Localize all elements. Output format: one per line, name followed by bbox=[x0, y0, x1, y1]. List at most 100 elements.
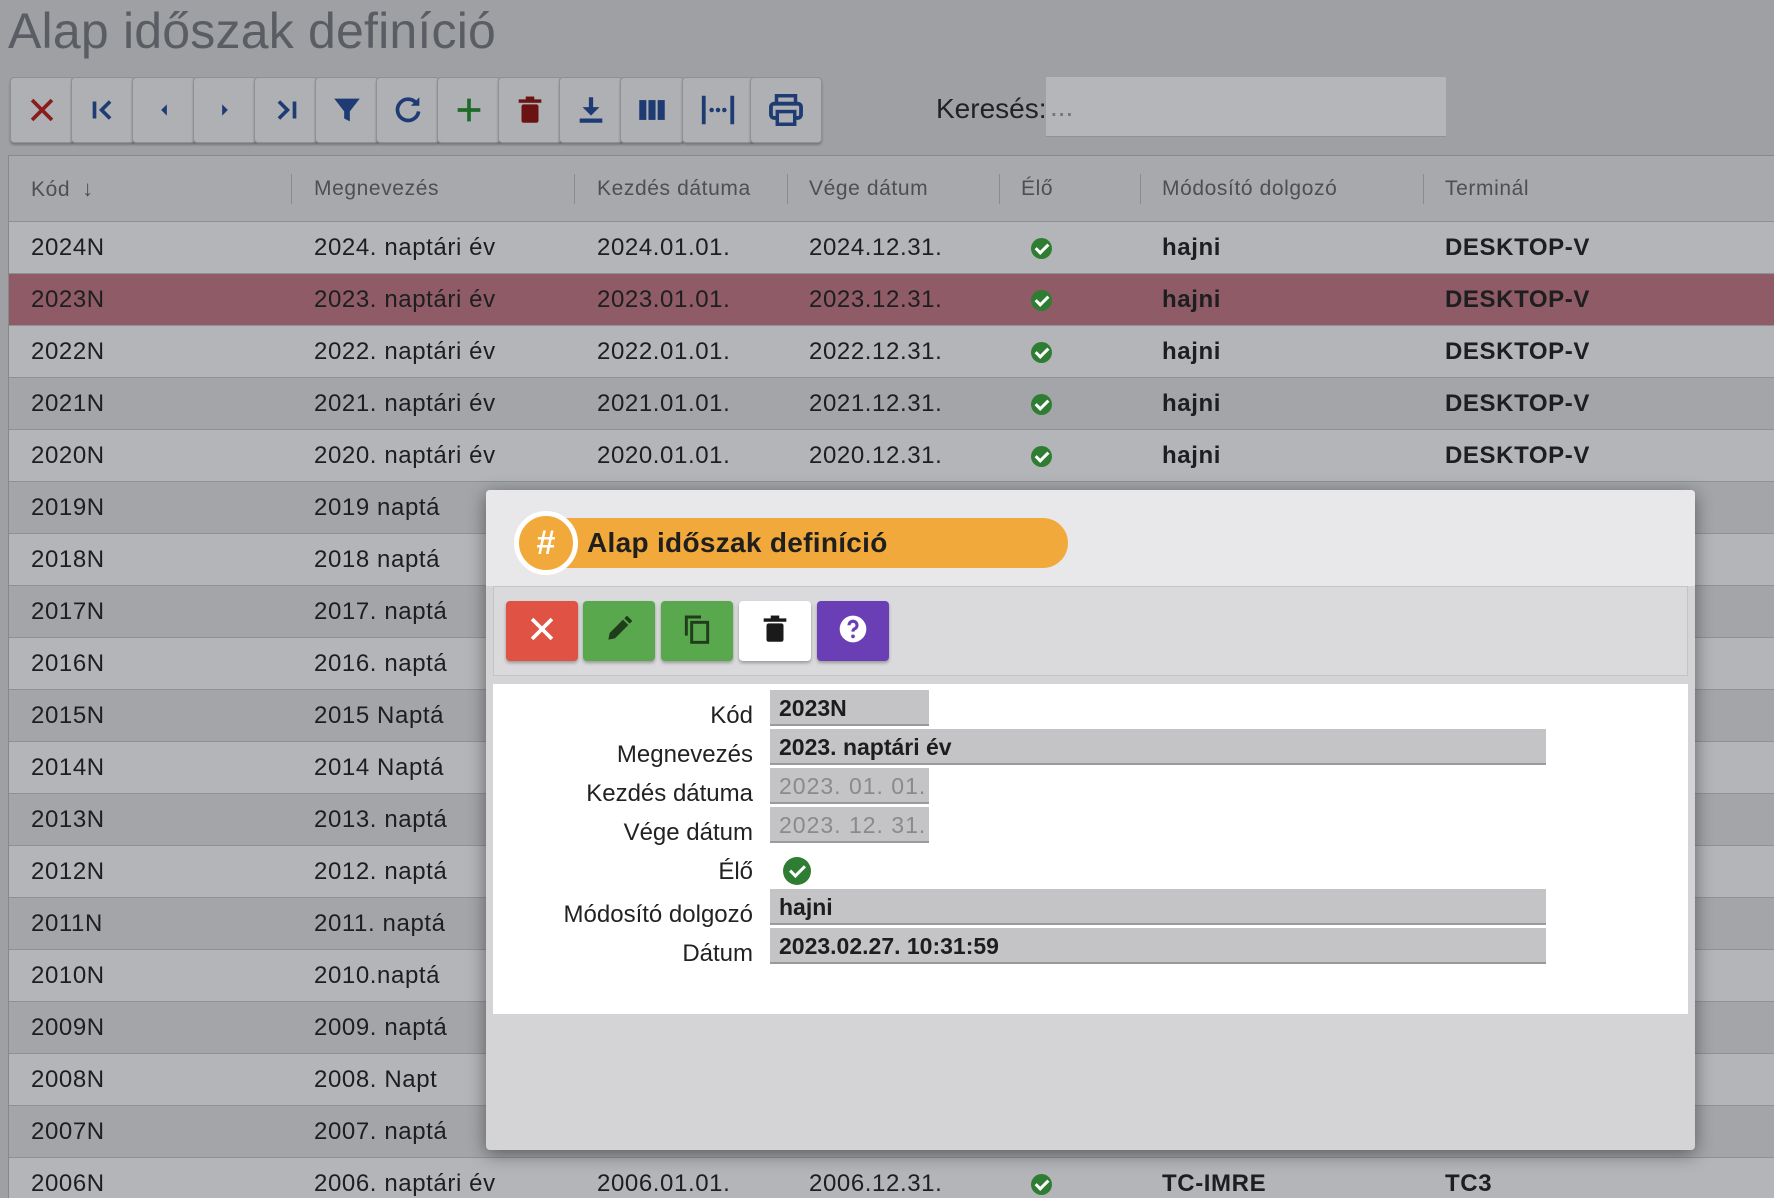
field-label-vege: Vége dátum bbox=[623, 819, 753, 846]
megnevezes-field[interactable]: 2023. naptári év bbox=[770, 729, 1546, 765]
cell-kod: 2019N bbox=[31, 494, 105, 521]
column-separator[interactable] bbox=[1140, 174, 1141, 204]
next-record-button[interactable] bbox=[193, 77, 257, 143]
cell-megnevezes: 2018 naptá bbox=[314, 546, 441, 573]
field-label-kod: Kód bbox=[710, 702, 753, 729]
cell-megnevezes: 2006. naptári év bbox=[314, 1170, 496, 1197]
check-circle-icon bbox=[1031, 394, 1052, 415]
first-record-button[interactable] bbox=[71, 77, 135, 143]
cell-kod: 2023N bbox=[31, 286, 105, 313]
cell-kod: 2024N bbox=[31, 234, 105, 261]
check-circle-icon bbox=[1031, 342, 1052, 363]
field-label-dolgozo: Módosító dolgozó bbox=[563, 901, 753, 928]
column-header-vege[interactable]: Vége dátum bbox=[809, 156, 928, 222]
previous-record-button[interactable] bbox=[132, 77, 196, 143]
cell-megnevezes: 2012. naptá bbox=[314, 858, 448, 885]
cell-vege: 2021.12.31. bbox=[809, 390, 943, 417]
chevron-left-icon bbox=[147, 93, 181, 127]
refresh-button[interactable] bbox=[376, 77, 440, 143]
add-button[interactable] bbox=[437, 77, 501, 143]
cell-terminal: DESKTOP-V bbox=[1445, 338, 1590, 365]
cell-dolgozo: hajni bbox=[1162, 234, 1222, 261]
filter-icon bbox=[330, 93, 364, 127]
delete-button[interactable] bbox=[498, 77, 562, 143]
cell-dolgozo: hajni bbox=[1162, 286, 1222, 313]
column-header-megnevezes[interactable]: Megnevezés bbox=[314, 156, 439, 222]
table-row[interactable]: 2021N 2021. naptári év 2021.01.01. 2021.12.… bbox=[9, 378, 1774, 430]
table-row[interactable]: 2006N 2006. naptári év 2006.01.01. 2006.12.… bbox=[9, 1158, 1774, 1198]
field-label-elo: Élő bbox=[718, 858, 753, 885]
close-button[interactable] bbox=[10, 77, 74, 143]
cell-dolgozo: hajni bbox=[1162, 390, 1222, 417]
close-icon bbox=[525, 612, 559, 651]
cell-dolgozo: hajni bbox=[1162, 442, 1222, 469]
cell-kod: 2013N bbox=[31, 806, 105, 833]
cell-vege: 2024.12.31. bbox=[809, 234, 943, 261]
modal-delete-button[interactable] bbox=[739, 601, 811, 661]
table-row[interactable]: 2020N 2020. naptári év 2020.01.01. 2020.12.… bbox=[9, 430, 1774, 482]
table-row[interactable]: 2023N 2023. naptári év 2023.01.01. 2023.12.… bbox=[9, 274, 1774, 326]
cell-kod: 2006N bbox=[31, 1170, 105, 1197]
cell-kezdes: 2020.01.01. bbox=[597, 442, 731, 469]
kod-field[interactable]: 2023N bbox=[770, 690, 929, 726]
modal-copy-button[interactable] bbox=[661, 601, 733, 661]
modal-help-button[interactable] bbox=[817, 601, 889, 661]
fit-width-button[interactable] bbox=[682, 77, 754, 143]
cell-kod: 2022N bbox=[31, 338, 105, 365]
cell-vege: 2022.12.31. bbox=[809, 338, 943, 365]
column-header-kod[interactable]: Kód ↓ bbox=[31, 156, 94, 222]
cell-kod: 2011N bbox=[31, 910, 103, 937]
check-circle-icon bbox=[1031, 238, 1052, 259]
filter-button[interactable] bbox=[315, 77, 379, 143]
search-input[interactable] bbox=[1046, 77, 1446, 137]
last-page-icon bbox=[269, 93, 303, 127]
datum-field[interactable]: 2023.02.27. 10:31:59 bbox=[770, 928, 1546, 964]
elo-check-icon[interactable] bbox=[783, 857, 811, 885]
column-header-elo[interactable]: Élő bbox=[1021, 156, 1053, 222]
cell-kod: 2021N bbox=[31, 390, 105, 417]
table-row[interactable]: 2022N 2022. naptári év 2022.01.01. 2022.12.… bbox=[9, 326, 1774, 378]
grid-header: Kód ↓ Megnevezés Kezdés dátuma Vége dátum… bbox=[9, 156, 1774, 222]
cell-kod: 2009N bbox=[31, 1014, 105, 1041]
cell-kezdes: 2021.01.01. bbox=[597, 390, 731, 417]
column-header-terminal[interactable]: Terminál bbox=[1445, 156, 1529, 222]
cell-megnevezes: 2017. naptá bbox=[314, 598, 448, 625]
column-separator[interactable] bbox=[999, 174, 1000, 204]
trash-icon bbox=[758, 612, 792, 651]
cell-megnevezes: 2021. naptári év bbox=[314, 390, 496, 417]
last-record-button[interactable] bbox=[254, 77, 318, 143]
cell-kod: 2007N bbox=[31, 1118, 105, 1145]
page-title: Alap időszak definíció bbox=[8, 3, 497, 59]
column-separator[interactable] bbox=[574, 174, 575, 204]
field-label-datum: Dátum bbox=[682, 940, 753, 967]
column-separator[interactable] bbox=[291, 174, 292, 204]
download-icon bbox=[574, 93, 608, 127]
column-separator[interactable] bbox=[787, 174, 788, 204]
plus-icon bbox=[452, 93, 486, 127]
column-separator[interactable] bbox=[1423, 174, 1424, 204]
chevron-right-icon bbox=[208, 93, 242, 127]
cell-terminal: DESKTOP-V bbox=[1445, 234, 1590, 261]
modal-edit-button[interactable] bbox=[583, 601, 655, 661]
cell-dolgozo: TC-IMRE bbox=[1162, 1170, 1267, 1197]
sort-arrow-icon: ↓ bbox=[82, 176, 94, 201]
modal-close-button[interactable] bbox=[506, 601, 578, 661]
cell-dolgozo: hajni bbox=[1162, 338, 1222, 365]
cell-kod: 2010N bbox=[31, 962, 105, 989]
vege-date-field[interactable]: 2023. 12. 31. bbox=[770, 807, 929, 843]
kezdes-date-field[interactable]: 2023. 01. 01. bbox=[770, 768, 929, 804]
columns-button[interactable] bbox=[620, 77, 684, 143]
dolgozo-field[interactable]: hajni bbox=[770, 889, 1546, 925]
download-button[interactable] bbox=[559, 77, 623, 143]
cell-kezdes: 2024.01.01. bbox=[597, 234, 731, 261]
column-header-kezdes[interactable]: Kezdés dátuma bbox=[597, 156, 751, 222]
print-button[interactable] bbox=[750, 77, 822, 143]
fit-width-icon bbox=[699, 91, 737, 129]
cell-megnevezes: 2013. naptá bbox=[314, 806, 448, 833]
cell-kod: 2015N bbox=[31, 702, 105, 729]
cell-kod: 2008N bbox=[31, 1066, 105, 1093]
dialog-toolbar bbox=[493, 586, 1688, 676]
column-header-dolgozo[interactable]: Módosító dolgozó bbox=[1162, 156, 1337, 222]
search-label: Keresés: bbox=[936, 93, 1047, 124]
table-row[interactable]: 2024N 2024. naptári év 2024.01.01. 2024.12.… bbox=[9, 222, 1774, 274]
